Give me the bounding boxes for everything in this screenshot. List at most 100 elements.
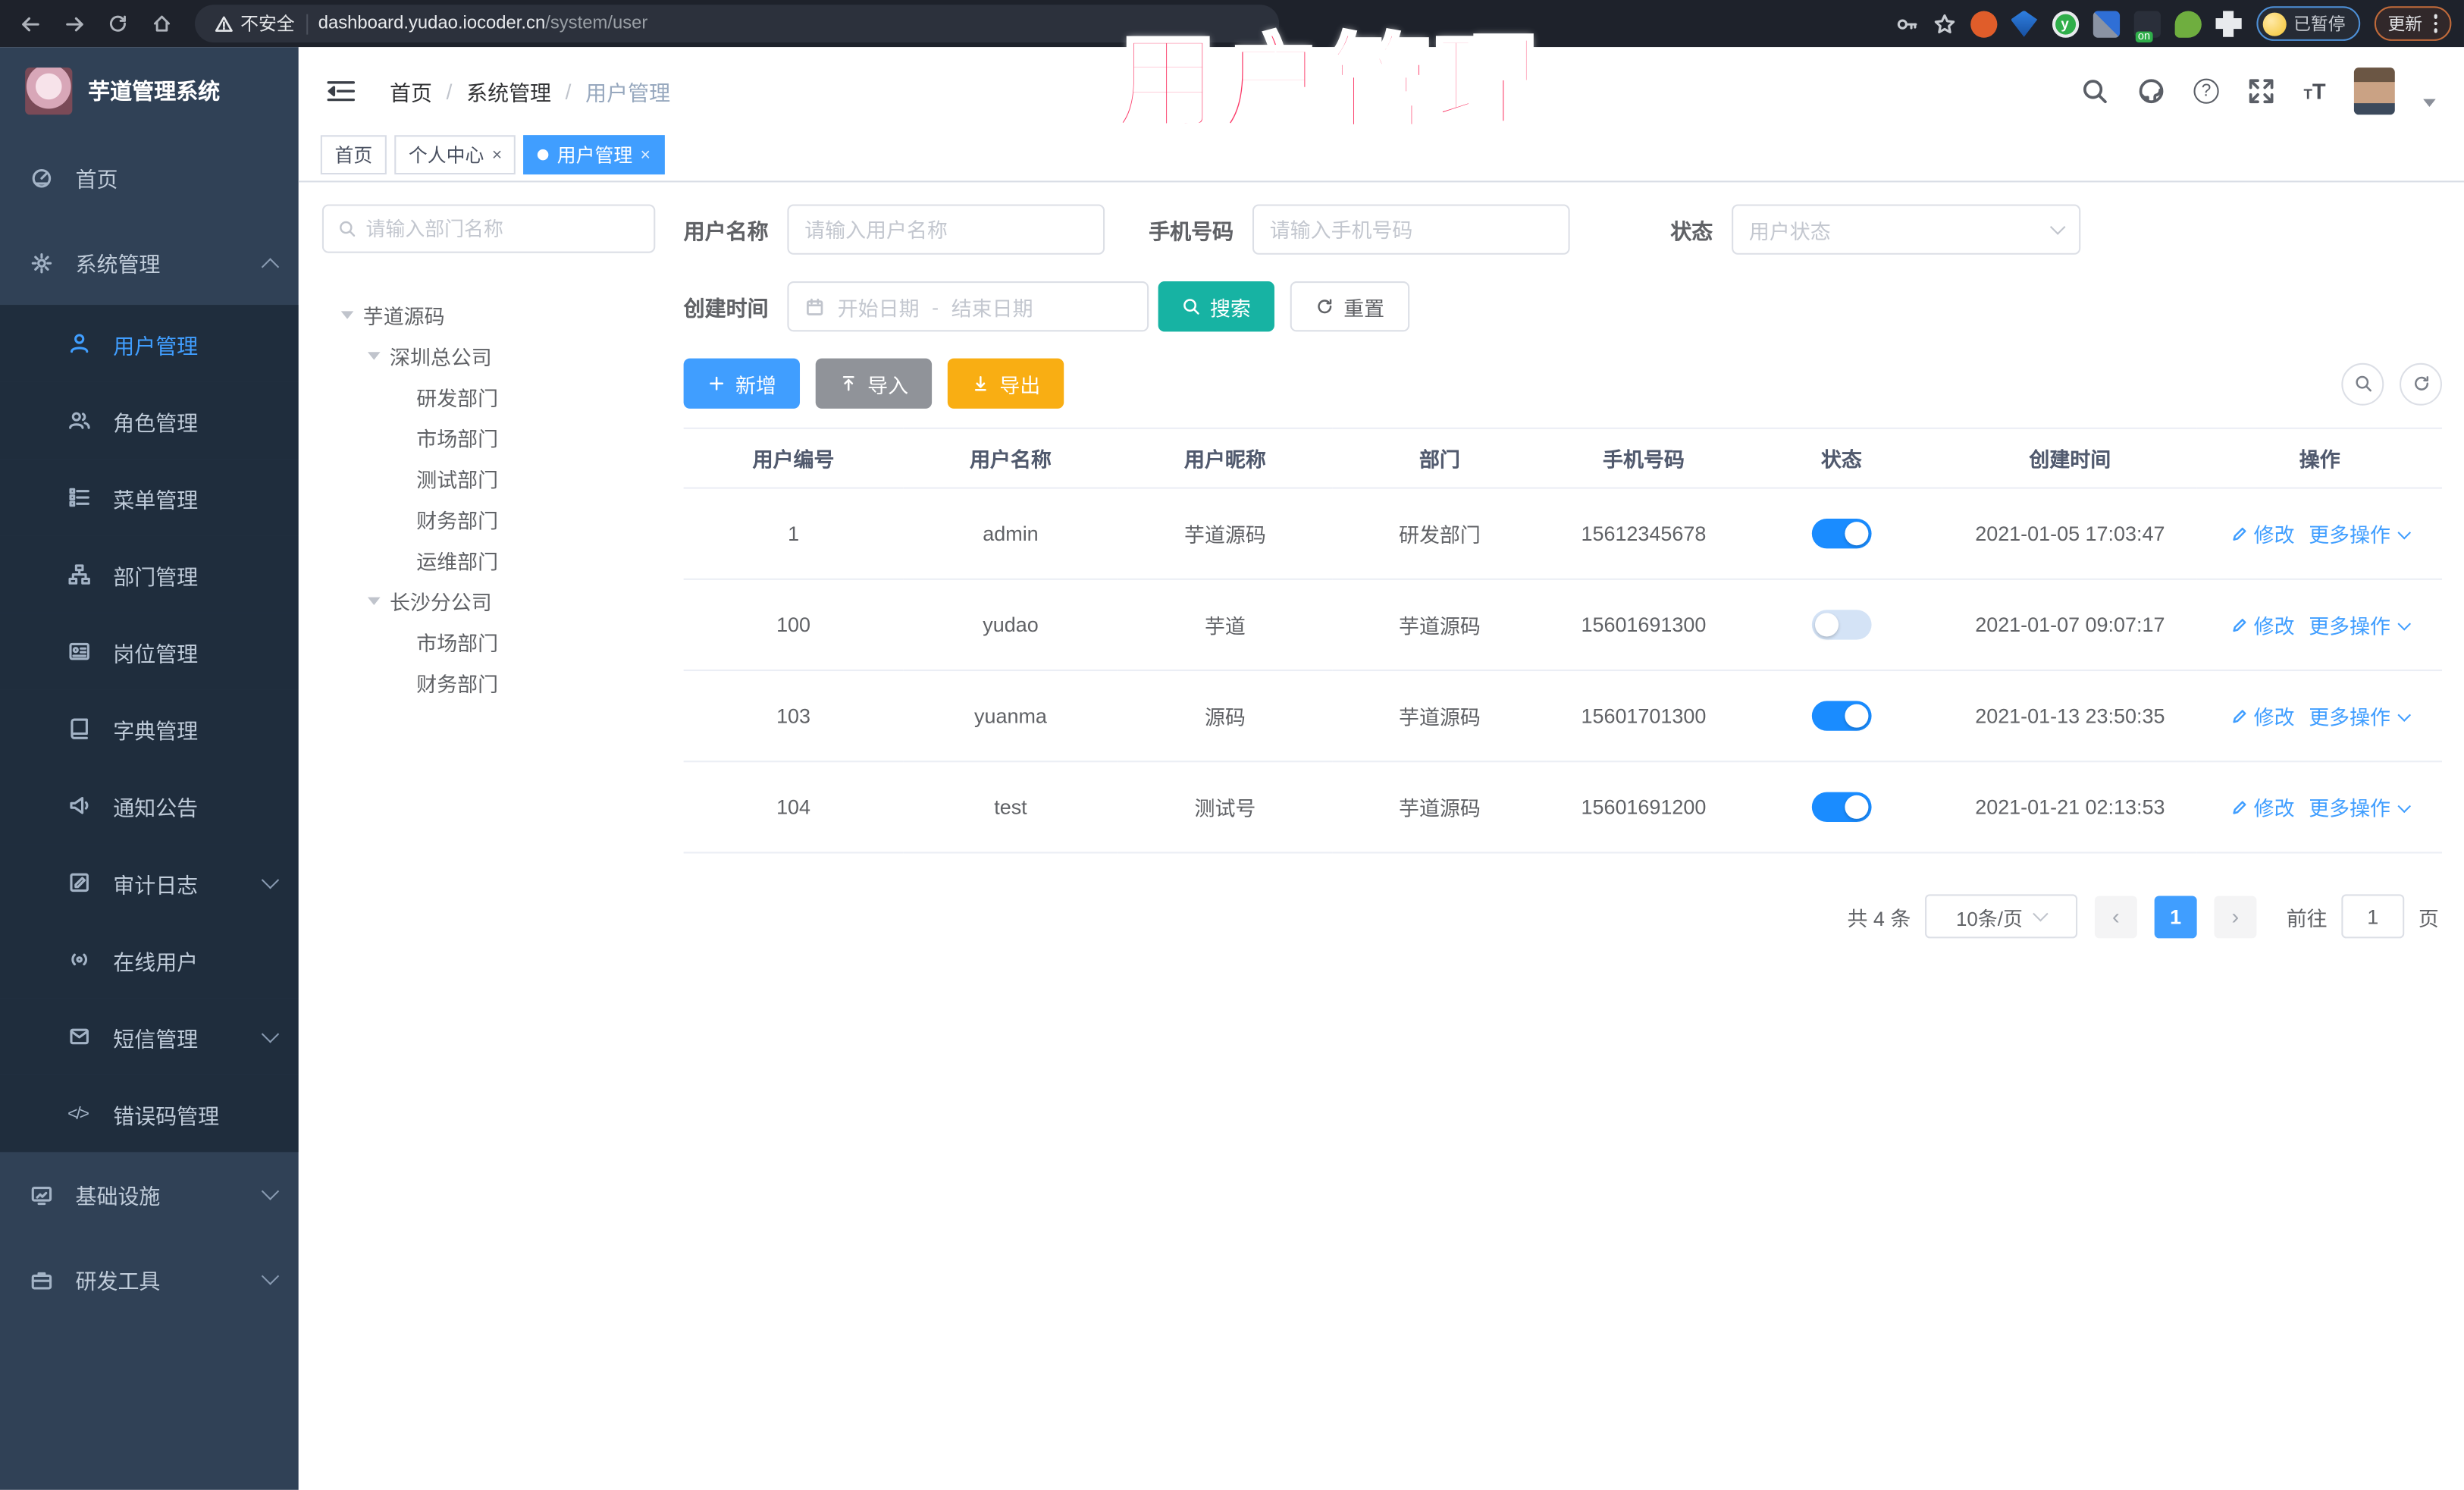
goto-page-input[interactable] [2341,894,2405,939]
mobile-input[interactable] [1269,218,1553,242]
dept-tree-panel: 芋道源码 深圳总公司 研发部门 市场部门 测试部门 财务部门 运维部门 长沙分公… [321,204,656,1489]
extensions-puzzle-icon[interactable] [2215,10,2242,37]
browser-home-button[interactable] [145,6,180,41]
font-size-icon[interactable]: TT [2303,79,2325,104]
sidebar-item-depts[interactable]: 部门管理 [0,535,299,613]
page-1-button[interactable]: 1 [2154,895,2197,938]
import-button[interactable]: 导入 [815,358,933,409]
tree-node-changsha[interactable]: 长沙分公司 [322,580,655,621]
page-size-select[interactable]: 10条/页 [1924,894,2078,939]
dept-search-input[interactable] [365,218,640,240]
tree-node-finance-dept-2[interactable]: 财务部门 [322,662,655,703]
green-y-extension-icon[interactable]: y [2051,10,2079,37]
tree-node-ops-dept[interactable]: 运维部门 [322,539,655,580]
tree-caret-icon[interactable] [368,596,381,604]
prev-page-button[interactable]: ‹ [2094,895,2137,938]
tree-node-market-dept[interactable]: 市场部门 [322,416,655,457]
sidebar-item-users[interactable]: 用户管理 [0,305,299,382]
next-page-button[interactable]: › [2214,895,2257,938]
browser-profile-chip[interactable]: 已暂停 [2256,6,2360,41]
browser-forward-button[interactable] [57,6,92,41]
sidebar-group-audit-log[interactable]: 审计日志 [0,844,299,921]
security-label: 不安全 [240,15,295,35]
status-toggle[interactable] [1811,701,1872,731]
close-icon[interactable]: × [492,146,502,165]
search-icon[interactable] [2080,77,2108,105]
key-icon[interactable] [1895,12,1918,36]
sidebar-collapse-icon[interactable] [327,80,356,102]
tree-caret-icon[interactable] [368,351,381,359]
toggle-search-button[interactable] [2341,362,2384,405]
breadcrumb-system[interactable]: 系统管理 [466,75,551,106]
more-actions-link[interactable]: 更多操作 [2309,792,2412,822]
edit-link[interactable]: 修改 [2230,792,2295,822]
tab-profile[interactable]: 个人中心 × [394,135,516,175]
tree-node-root[interactable]: 芋道源码 [322,294,655,335]
help-icon[interactable]: ? [2193,78,2219,104]
green-key-extension-icon[interactable] [2174,10,2201,37]
logo-row[interactable]: 芋道管理系统 [0,47,299,135]
breadcrumb-home[interactable]: 首页 [390,75,432,106]
app-title: 芋道管理系统 [88,78,221,104]
close-icon[interactable]: × [641,146,650,165]
sidebar-group-system[interactable]: 系统管理 [0,220,299,305]
bookmark-star-icon[interactable] [1932,12,1955,36]
avatar-caret-icon[interactable] [2423,98,2436,106]
sidebar-item-home[interactable]: 首页 [0,135,299,220]
add-button[interactable]: 新增 [683,358,801,409]
status-select[interactable]: 用户状态 [1732,204,2081,255]
tabs-extension-icon[interactable]: on [2133,10,2160,42]
orange-extension-icon[interactable] [1970,10,1997,37]
blue-gem-extension-icon[interactable] [2011,10,2038,37]
sidebar-item-posts[interactable]: 岗位管理 [0,613,299,690]
more-actions-link[interactable]: 更多操作 [2309,519,2412,548]
sidebar-group-devtools[interactable]: 研发工具 [0,1237,299,1322]
browser-back-button[interactable] [13,6,48,41]
col-dept: 部门 [1332,427,1547,489]
status-toggle[interactable] [1811,518,1872,549]
tree-node-finance-dept[interactable]: 财务部门 [322,498,655,539]
edit-link[interactable]: 修改 [2230,519,2295,548]
username-input[interactable] [804,218,1088,242]
tab-user-management[interactable]: 用户管理 × [524,135,665,175]
more-actions-link[interactable]: 更多操作 [2309,610,2412,639]
user-avatar[interactable] [2353,67,2395,115]
export-button[interactable]: 导出 [947,358,1064,409]
sidebar-group-infra[interactable]: 基础设施 [0,1152,299,1237]
search-button[interactable]: 搜索 [1158,281,1274,332]
user-table-section: 用户名称 手机号码 状态 用户状态 创建时间 [683,204,2442,1489]
sidebar-item-notice[interactable]: 通知公告 [0,767,299,845]
sidebar-group-sms[interactable]: 短信管理 [0,998,299,1075]
address-bar[interactable]: 不安全 dashboard.yudao.iocoder.cn/system/us… [195,5,1280,42]
tree-caret-icon[interactable] [340,310,354,318]
table-row: 104 test 测试号 芋道源码 15601691200 2021-01-21… [683,761,2442,854]
browser-menu-icon[interactable] [2433,14,2437,33]
reset-button[interactable]: 重置 [1290,281,1410,332]
chevron-down-icon [261,1024,280,1043]
date-range-picker[interactable]: 开始日期 - 结束日期 [787,281,1149,332]
tree-node-market-dept-2[interactable]: 市场部门 [322,621,655,662]
status-toggle[interactable] [1811,610,1872,640]
edit-link[interactable]: 修改 [2230,701,2295,730]
edit-link[interactable]: 修改 [2230,610,2295,639]
github-icon[interactable] [2137,77,2165,105]
grid-extension-icon[interactable] [2092,10,2120,37]
tree-node-rd-dept[interactable]: 研发部门 [322,375,655,416]
tree-node-test-dept[interactable]: 测试部门 [322,457,655,498]
sidebar-item-menus[interactable]: 菜单管理 [0,459,299,536]
security-warning[interactable]: 不安全 [214,11,295,36]
browser-update-button[interactable]: 更新 [2373,6,2452,41]
browser-reload-button[interactable] [101,6,136,41]
sidebar-item-roles[interactable]: 角色管理 [0,381,299,460]
fullscreen-icon[interactable] [2247,77,2275,105]
chevron-down-icon [261,1267,280,1285]
status-toggle[interactable] [1811,792,1872,823]
sidebar-item-online-users[interactable]: 在线用户 [0,921,299,999]
sidebar-item-dict[interactable]: 字典管理 [0,689,299,767]
breadcrumb: 首页 / 系统管理 / 用户管理 [390,75,670,106]
more-actions-link[interactable]: 更多操作 [2309,701,2412,730]
tab-home[interactable]: 首页 [320,135,387,175]
tree-node-shenzhen[interactable]: 深圳总公司 [322,334,655,375]
sidebar-item-error-codes[interactable]: </> 错误码管理 [0,1074,299,1153]
refresh-table-button[interactable] [2400,362,2442,405]
